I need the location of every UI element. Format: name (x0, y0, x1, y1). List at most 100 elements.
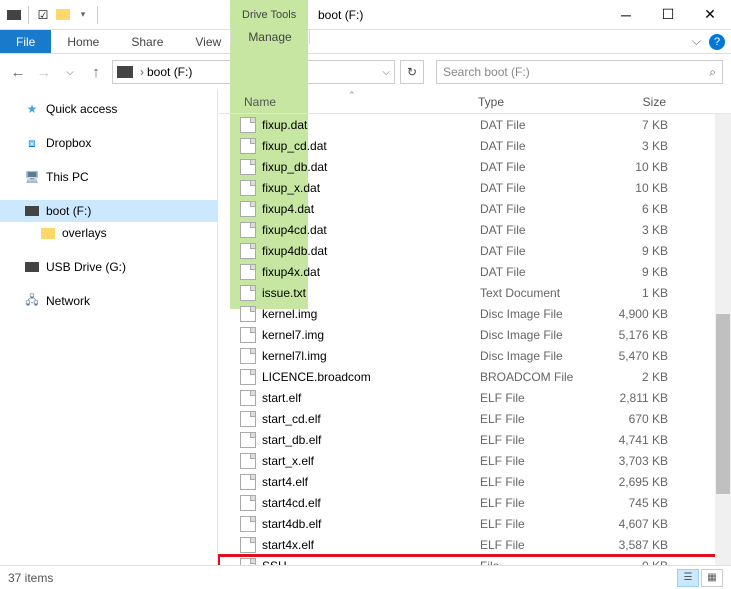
file-type: ELF File (480, 538, 598, 552)
file-name: fixup.dat (262, 118, 480, 132)
properties-icon[interactable]: ☑ (35, 7, 51, 23)
file-row[interactable]: LICENCE.broadcomBROADCOM File2 KB (218, 366, 731, 387)
minimize-button[interactable]: ─ (605, 0, 647, 29)
file-icon (240, 201, 256, 217)
navigation-bar: ← → ⌵ ↑ › boot (F:) ⌵ ↻ Search boot (F:)… (0, 54, 731, 90)
recent-dropdown-icon[interactable]: ⌵ (60, 62, 80, 82)
file-row[interactable]: start.elfELF File2,811 KB (218, 387, 731, 408)
details-view-button[interactable]: ☰ (677, 569, 699, 587)
file-row[interactable]: SSHFile0 KB (218, 555, 731, 565)
sidebar-item-network[interactable]: 🖧Network (0, 290, 217, 312)
file-type: DAT File (480, 160, 598, 174)
file-row[interactable]: fixup4db.datDAT File9 KB (218, 240, 731, 261)
file-row[interactable]: start_x.elfELF File3,703 KB (218, 450, 731, 471)
file-icon (240, 495, 256, 511)
app-icon (6, 7, 22, 23)
tab-home[interactable]: Home (51, 30, 115, 53)
file-name: kernel.img (262, 307, 480, 321)
file-row[interactable]: start_db.elfELF File4,741 KB (218, 429, 731, 450)
search-input[interactable]: Search boot (F:) ⌕ (436, 60, 723, 84)
address-dropdown-icon[interactable]: ⌵ (382, 67, 390, 78)
back-button[interactable]: ← (8, 62, 28, 82)
file-size: 670 KB (598, 412, 678, 426)
file-size: 9 KB (598, 265, 678, 279)
file-type: ELF File (480, 391, 598, 405)
up-button[interactable]: ↑ (86, 62, 106, 82)
file-row[interactable]: start_cd.elfELF File670 KB (218, 408, 731, 429)
tab-file[interactable]: File (0, 30, 51, 53)
file-type: Text Document (480, 286, 598, 300)
file-row[interactable]: fixup_x.datDAT File10 KB (218, 177, 731, 198)
new-folder-icon[interactable] (55, 7, 71, 23)
column-headers: ⌃ Name Type Size (218, 90, 731, 114)
sidebar-item-this-pc[interactable]: 🖥This PC (0, 166, 217, 188)
file-name: kernel7.img (262, 328, 480, 342)
file-name: start_x.elf (262, 454, 480, 468)
file-row[interactable]: start4.elfELF File2,695 KB (218, 471, 731, 492)
search-icon[interactable]: ⌕ (709, 65, 716, 80)
file-type: DAT File (480, 265, 598, 279)
file-icon (240, 474, 256, 490)
file-type: DAT File (480, 244, 598, 258)
file-icon (240, 243, 256, 259)
star-icon: ★ (24, 101, 40, 117)
scrollbar-thumb[interactable] (716, 314, 730, 494)
close-button[interactable]: ✕ (689, 0, 731, 29)
file-size: 10 KB (598, 181, 678, 195)
tab-share[interactable]: Share (115, 30, 179, 53)
refresh-button[interactable]: ↻ (400, 60, 424, 84)
thumbnails-view-button[interactable]: ▦ (701, 569, 723, 587)
file-row[interactable]: start4db.elfELF File4,607 KB (218, 513, 731, 534)
navigation-pane: ★Quick access ⧈Dropbox 🖥This PC boot (F:… (0, 90, 218, 565)
file-name: fixup4cd.dat (262, 223, 480, 237)
sidebar-item-usb-drive[interactable]: USB Drive (G:) (0, 256, 217, 278)
file-row[interactable]: start4cd.elfELF File745 KB (218, 492, 731, 513)
sidebar-item-dropbox[interactable]: ⧈Dropbox (0, 132, 217, 154)
file-row[interactable]: issue.txtText Document1 KB (218, 282, 731, 303)
file-size: 2,811 KB (598, 391, 678, 405)
ribbon-expand-icon[interactable]: ⌵ (692, 34, 701, 49)
help-icon[interactable]: ? (709, 34, 725, 50)
file-row[interactable]: fixup4x.datDAT File9 KB (218, 261, 731, 282)
file-row[interactable]: kernel.imgDisc Image File4,900 KB (218, 303, 731, 324)
sidebar-item-boot-drive[interactable]: boot (F:) (0, 200, 217, 222)
file-row[interactable]: fixup4cd.datDAT File3 KB (218, 219, 731, 240)
file-row[interactable]: fixup_db.datDAT File10 KB (218, 156, 731, 177)
file-row[interactable]: start4x.elfELF File3,587 KB (218, 534, 731, 555)
file-name: start_cd.elf (262, 412, 480, 426)
file-type: ELF File (480, 496, 598, 510)
drive-icon (117, 66, 133, 78)
file-row[interactable]: fixup_cd.datDAT File3 KB (218, 135, 731, 156)
sidebar-item-overlays[interactable]: overlays (0, 222, 217, 244)
file-size: 3,587 KB (598, 538, 678, 552)
breadcrumb[interactable]: boot (F:) (147, 65, 192, 79)
file-row[interactable]: kernel7.imgDisc Image File5,176 KB (218, 324, 731, 345)
file-size: 3,703 KB (598, 454, 678, 468)
forward-button[interactable]: → (34, 62, 54, 82)
file-icon (240, 453, 256, 469)
file-name: fixup_cd.dat (262, 139, 480, 153)
qat-dropdown-icon[interactable]: ▾ (75, 7, 91, 23)
file-row[interactable]: fixup.datDAT File7 KB (218, 114, 731, 135)
column-header-size[interactable]: Size (596, 95, 676, 109)
tab-manage[interactable]: Manage (230, 30, 310, 44)
scrollbar[interactable] (715, 114, 731, 565)
file-row[interactable]: kernel7l.imgDisc Image File5,470 KB (218, 345, 731, 366)
tab-view[interactable]: View (179, 30, 237, 53)
column-header-type[interactable]: Type (478, 95, 596, 109)
file-name: fixup_db.dat (262, 160, 480, 174)
maximize-button[interactable]: ☐ (647, 0, 689, 29)
sidebar-item-quick-access[interactable]: ★Quick access (0, 98, 217, 120)
file-name: start4db.elf (262, 517, 480, 531)
file-list[interactable]: fixup.datDAT File7 KBfixup_cd.datDAT Fil… (218, 114, 731, 565)
file-icon (240, 369, 256, 385)
file-size: 6 KB (598, 202, 678, 216)
file-name: issue.txt (262, 286, 480, 300)
status-bar: 37 items ☰ ▦ (0, 565, 731, 589)
file-type: DAT File (480, 181, 598, 195)
file-size: 745 KB (598, 496, 678, 510)
chevron-right-icon[interactable]: › (140, 65, 144, 79)
column-header-name[interactable]: Name (240, 95, 478, 109)
file-type: DAT File (480, 118, 598, 132)
file-row[interactable]: fixup4.datDAT File6 KB (218, 198, 731, 219)
